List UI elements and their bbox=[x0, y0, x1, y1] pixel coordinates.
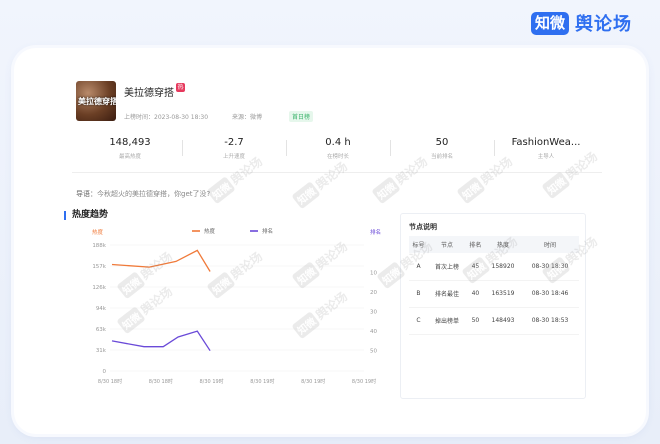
table-row: C 掉出榜单 50 148493 08-30 18:53 bbox=[409, 307, 579, 335]
col-mark: 标号 bbox=[409, 236, 428, 253]
hot-icon: 热 bbox=[176, 83, 185, 92]
topic-thumbnail: 美拉德穿搭 bbox=[76, 81, 116, 121]
series-line-heat bbox=[111, 249, 211, 272]
x-tick-label: 8/30 19时 bbox=[250, 378, 274, 385]
node-panel: 节点说明 标号 节点 排名 热度 时间 A 首次上榜 45 158920 08-… bbox=[400, 213, 586, 399]
y-right-tick-label: 20 bbox=[370, 290, 377, 296]
topic-card: 美拉德穿搭 美拉德穿搭 热 上榜时间：2023-08-30 18:30 来源：微… bbox=[14, 48, 646, 434]
col-rank: 排名 bbox=[465, 236, 485, 253]
y-tick-label: 31k bbox=[96, 348, 107, 354]
x-tick-label: 8/30 19时 bbox=[301, 378, 325, 385]
status-badge: 首日榜 bbox=[289, 111, 314, 122]
divider bbox=[72, 172, 602, 173]
y-tick-label: 188k bbox=[92, 243, 106, 249]
legend-label: 热度 bbox=[204, 227, 216, 235]
y-tick-label: 94k bbox=[96, 306, 107, 312]
stat-max-heat: 148,493 最高热度 bbox=[109, 137, 151, 160]
left-axis-title: 热度 bbox=[92, 228, 104, 236]
table-header-row: 标号 节点 排名 热度 时间 bbox=[409, 236, 579, 253]
y-tick-label: 126k bbox=[92, 285, 106, 291]
brand-badge: 知微 bbox=[530, 11, 569, 35]
stat-rise-speed: -2.7 上升速度 bbox=[182, 136, 286, 166]
y-right-tick-label: 30 bbox=[370, 310, 377, 316]
table-row: A 首次上榜 45 158920 08-30 18:30 bbox=[409, 253, 579, 281]
topic-title[interactable]: 美拉德穿搭 bbox=[124, 84, 174, 99]
y-tick-label: 157k bbox=[92, 264, 106, 270]
x-tick-label: 8/30 18时 bbox=[98, 378, 122, 385]
y-tick-label: 0 bbox=[103, 369, 107, 375]
node-panel-title: 节点说明 bbox=[409, 223, 437, 231]
brand-name: 舆论场 bbox=[575, 14, 632, 35]
source: 来源：微博 bbox=[232, 114, 263, 121]
brand-logo: 知微 舆论场 bbox=[530, 10, 632, 36]
col-node: 节点 bbox=[427, 236, 466, 253]
trend-section-title: 热度趋势 bbox=[64, 211, 108, 220]
y-tick-label: 63k bbox=[96, 327, 107, 333]
trend-chart: 热度 排名 热度 排名 0 31k 63k 94k 126k 157k 188k 10 20 30 40 50… bbox=[92, 227, 381, 385]
y-right-tick-label: 10 bbox=[370, 271, 377, 277]
col-heat: 热度 bbox=[484, 236, 522, 253]
y-right-tick-label: 40 bbox=[370, 329, 377, 335]
thumbnail-text: 美拉德穿搭 bbox=[78, 97, 116, 106]
stats-bar: 148,493 最高热度 -2.7 上升速度 0.4 h 在榜时长 50 当前排… bbox=[78, 136, 598, 166]
right-axis-title: 排名 bbox=[370, 228, 381, 236]
stat-duration: 0.4 h 在榜时长 bbox=[286, 136, 390, 166]
legend-label: 排名 bbox=[262, 227, 273, 235]
node-table: 标号 节点 排名 热度 时间 A 首次上榜 45 158920 08-30 18… bbox=[409, 236, 579, 335]
intro-text: 导语：今秋超火的美拉德穿搭，你get了没? bbox=[76, 190, 211, 198]
stat-leader[interactable]: FashionWea... 主导人 bbox=[494, 136, 598, 166]
x-tick-label: 8/30 19时 bbox=[200, 378, 224, 385]
table-row: B 排名最佳 40 163519 08-30 18:46 bbox=[409, 280, 579, 308]
stat-rank: 50 当前排名 bbox=[390, 136, 494, 166]
y-right-tick-label: 50 bbox=[370, 349, 377, 355]
col-time: 时间 bbox=[521, 236, 579, 253]
series-line-rank bbox=[111, 330, 211, 352]
x-tick-label: 8/30 18时 bbox=[149, 378, 173, 385]
x-tick-label: 8/30 19时 bbox=[352, 378, 376, 385]
publish-time: 上榜时间：2023-08-30 18:30 bbox=[124, 114, 209, 121]
